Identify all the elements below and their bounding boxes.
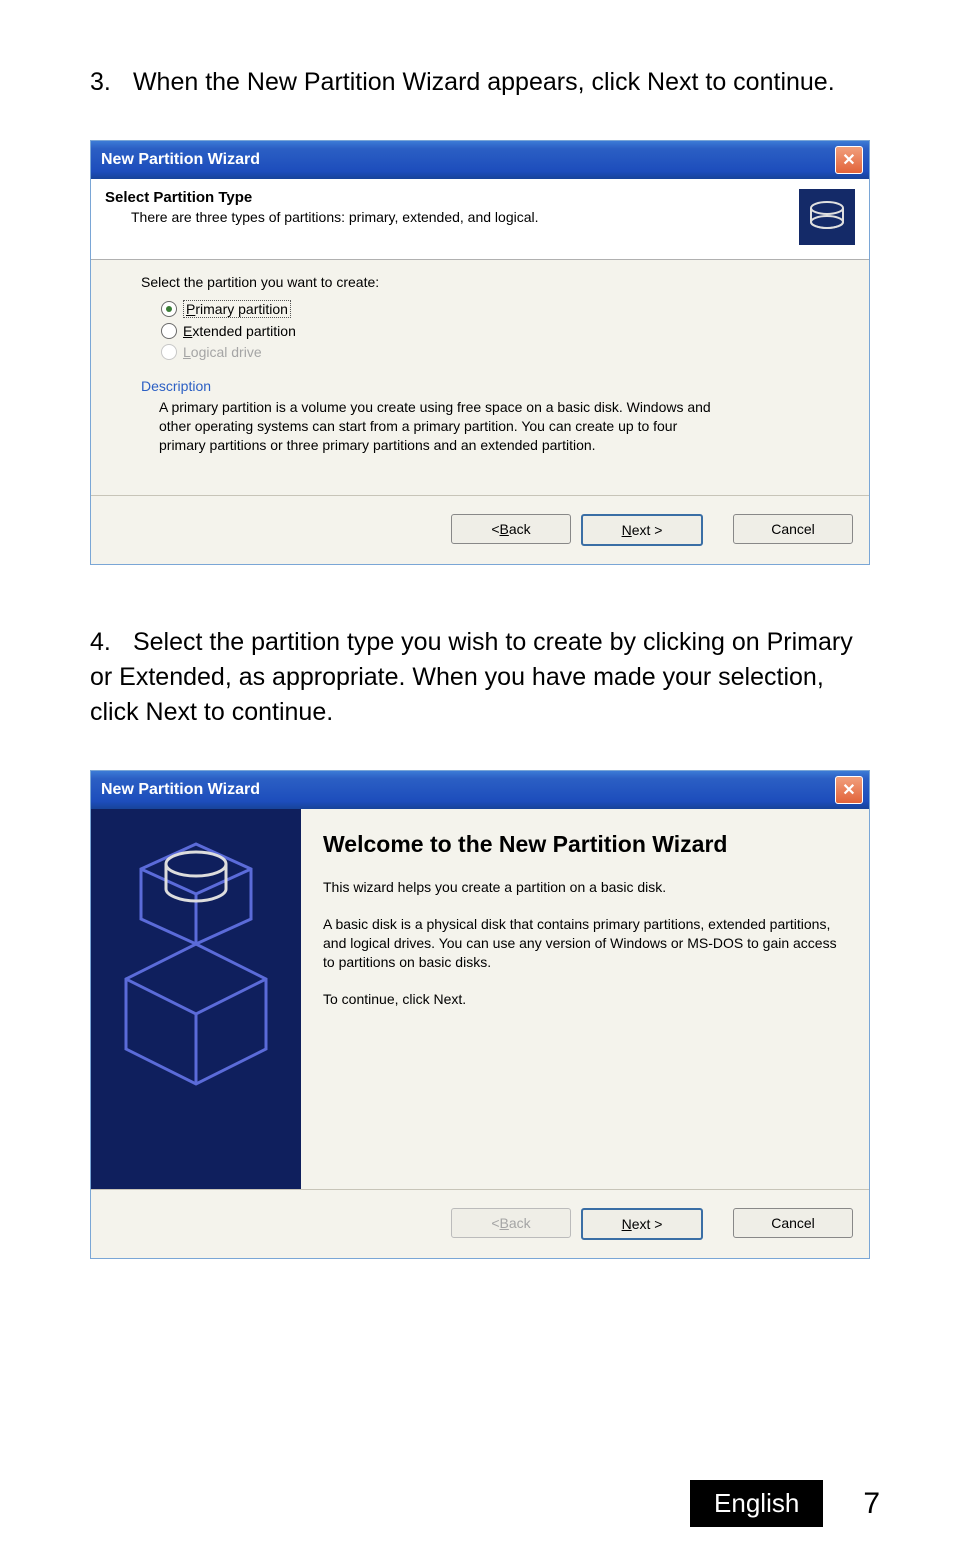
next-button[interactable]: Next > <box>581 514 703 546</box>
wizard-welcome-body: Welcome to the New Partition Wizard This… <box>91 809 869 1189</box>
wizard-footer: < Back Next > Cancel <box>91 495 869 564</box>
welcome-title: Welcome to the New Partition Wizard <box>323 831 839 859</box>
close-icon: ✕ <box>842 150 855 170</box>
back-button: < Back <box>451 1208 571 1238</box>
wizard-header-title: Select Partition Type <box>105 189 799 206</box>
wizard-side-graphic <box>91 809 301 1189</box>
next-button[interactable]: Next > <box>581 1208 703 1240</box>
step-4-num: 4. <box>90 625 126 660</box>
cancel-button[interactable]: Cancel <box>733 1208 853 1238</box>
step-3-num: 3. <box>90 65 126 100</box>
description-label: Description <box>141 378 819 394</box>
disk-icon <box>799 189 855 245</box>
close-icon: ✕ <box>842 780 855 800</box>
step-4-text: 4. Select the partition type you wish to… <box>90 625 870 730</box>
titlebar[interactable]: New Partition Wizard ✕ <box>91 771 869 809</box>
description-text: A primary partition is a volume you crea… <box>159 398 719 455</box>
radio-icon <box>161 323 177 339</box>
radio-extended-partition[interactable]: Extended partition <box>161 323 819 339</box>
titlebar[interactable]: New Partition Wizard ✕ <box>91 141 869 179</box>
step-3-body: When the New Partition Wizard appears, c… <box>133 68 835 96</box>
page-number: 7 <box>863 1487 880 1521</box>
radio-extended-label: Extended partition <box>183 323 296 339</box>
close-button[interactable]: ✕ <box>835 146 863 174</box>
radio-primary-label: Primary partition <box>183 300 291 318</box>
wizard-body: Select the partition you want to create:… <box>91 260 869 495</box>
wizard-header: Select Partition Type There are three ty… <box>91 179 869 260</box>
back-button[interactable]: < Back <box>451 514 571 544</box>
window-title: New Partition Wizard <box>101 151 260 169</box>
radio-primary-partition[interactable]: Primary partition <box>161 300 819 318</box>
page-footer: English 7 <box>690 1480 880 1527</box>
step-3-text: 3. When the New Partition Wizard appears… <box>90 65 870 100</box>
dialog-welcome-new-partition: New Partition Wizard ✕ <box>90 770 870 1259</box>
dialog-select-partition-type: New Partition Wizard ✕ Select Partition … <box>90 140 870 565</box>
welcome-p3: To continue, click Next. <box>323 990 839 1009</box>
radio-logical-drive: Logical drive <box>161 344 819 360</box>
close-button[interactable]: ✕ <box>835 776 863 804</box>
wizard-footer: < Back Next > Cancel <box>91 1189 869 1258</box>
radio-icon <box>161 301 177 317</box>
language-badge: English <box>690 1480 823 1527</box>
wizard-header-sub: There are three types of partitions: pri… <box>131 209 799 225</box>
welcome-p2: A basic disk is a physical disk that con… <box>323 915 839 972</box>
welcome-p1: This wizard helps you create a partition… <box>323 878 839 897</box>
step-4-body: Select the partition type you wish to cr… <box>90 628 853 726</box>
radio-logical-label: Logical drive <box>183 344 262 360</box>
radio-icon <box>161 344 177 360</box>
prompt-text: Select the partition you want to create: <box>141 274 819 290</box>
window-title: New Partition Wizard <box>101 781 260 799</box>
cancel-button[interactable]: Cancel <box>733 514 853 544</box>
